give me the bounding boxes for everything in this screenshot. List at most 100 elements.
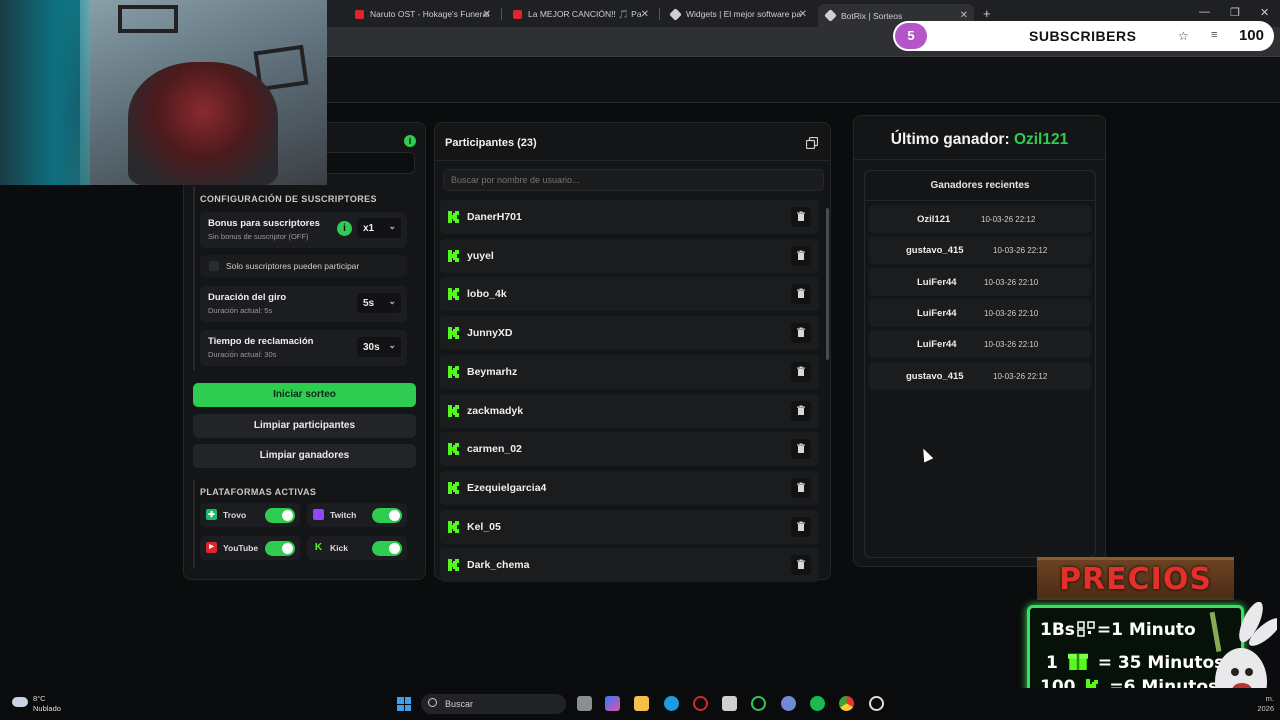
copy-icon[interactable] — [806, 137, 818, 149]
price-value: =1 Minuto — [1096, 620, 1196, 640]
platform-trovo: ✚ Trovo — [200, 503, 300, 527]
platform-label: Twitch — [330, 510, 357, 520]
claim-time-select[interactable]: 30s ⌄ — [357, 337, 401, 357]
checkbox[interactable] — [209, 261, 219, 271]
qr-icon — [1077, 621, 1095, 637]
discord-icon[interactable] — [781, 696, 796, 711]
delete-participant-button[interactable] — [791, 323, 811, 344]
file-explorer-icon[interactable] — [634, 696, 649, 711]
recent-winner-row: LuiFer44 10-03-26 22:10 — [869, 330, 1091, 359]
edge-icon[interactable] — [664, 696, 679, 711]
delete-participant-button[interactable] — [791, 555, 811, 576]
recent-winner-row: LuiFer44 10-03-26 22:10 — [869, 267, 1091, 296]
claim-value: 30s — [363, 341, 380, 353]
app-icon[interactable] — [751, 696, 766, 711]
chevron-down-icon: ⌄ — [388, 221, 396, 231]
spin-title: Duración del giro — [208, 292, 287, 303]
minimize-icon[interactable]: — — [1199, 6, 1210, 18]
claim-subtitle: Duración actual: 30s — [208, 350, 277, 359]
trash-icon — [797, 521, 805, 531]
spin-duration-select[interactable]: 5s ⌄ — [357, 293, 401, 313]
weather-temp: 8°C — [33, 694, 46, 703]
trash-icon — [797, 211, 805, 221]
platform-twitch: Twitch — [307, 503, 407, 527]
twitch-toggle[interactable] — [372, 508, 402, 523]
store-icon[interactable] — [722, 696, 737, 711]
subscriber-settings-section — [193, 186, 195, 371]
kick-icon: K — [313, 542, 324, 553]
participant-row: yuyel — [440, 238, 819, 273]
search-icon — [428, 698, 437, 707]
trovo-icon: ✚ — [206, 509, 217, 520]
tab-cancion[interactable]: La MEJOR CANCIÓN!! 🎵 Pa ✕ — [505, 4, 655, 24]
trash-icon — [797, 327, 805, 338]
tab-widgets[interactable]: Widgets | El mejor software pa ✕ — [663, 4, 813, 24]
star-icon[interactable]: ☆ — [1178, 29, 1189, 43]
delete-participant-button[interactable] — [791, 439, 811, 460]
scrollbar[interactable] — [826, 208, 829, 360]
winner-name: gustavo_415 — [906, 370, 964, 382]
tab-label: Naruto OST - Hokage's Funeral — [370, 9, 490, 19]
close-icon[interactable]: ✕ — [799, 9, 807, 20]
participant-row: DanerH701 — [440, 200, 819, 234]
window-close-icon[interactable]: ✕ — [1260, 6, 1269, 19]
start-raffle-button[interactable]: Iniciar sorteo — [193, 383, 416, 407]
close-icon[interactable]: ✕ — [641, 9, 649, 20]
winner-name: LuiFer44 — [917, 276, 957, 288]
kick-icon — [448, 404, 459, 417]
last-winner-heading: Último ganador: Ozil121 — [853, 131, 1106, 149]
opera-icon[interactable] — [693, 696, 708, 711]
widget-icon — [669, 7, 682, 21]
queue-icon[interactable]: ≡ — [1211, 29, 1217, 41]
new-tab-icon[interactable]: + — [983, 6, 991, 21]
info-icon[interactable]: i — [337, 221, 352, 236]
prices-banner: PRECIOS — [1037, 557, 1234, 600]
close-icon[interactable]: ✕ — [960, 10, 968, 21]
spin-value: 5s — [363, 297, 375, 309]
task-view-icon[interactable] — [577, 696, 592, 711]
delete-participant-button[interactable] — [791, 400, 811, 421]
kick-icon — [448, 211, 459, 223]
clear-winners-button[interactable]: Limpiar ganadores — [193, 444, 416, 468]
botrix-icon — [824, 9, 837, 22]
chrome-icon[interactable] — [839, 696, 854, 711]
obs-icon[interactable] — [869, 696, 884, 711]
participant-search-input[interactable] — [443, 169, 824, 191]
kick-icon — [448, 249, 459, 262]
youtube-toggle[interactable] — [265, 541, 295, 556]
divider — [854, 159, 1105, 160]
delete-participant-button[interactable] — [791, 516, 811, 537]
weather-condition: Nublado — [33, 704, 61, 713]
subscriber-goal: 100 — [1238, 27, 1264, 44]
delete-participant-button[interactable] — [791, 207, 811, 227]
system-clock[interactable]: m. 2026 — [1257, 694, 1274, 714]
winner-name: gustavo_415 — [906, 245, 964, 257]
delete-participant-button[interactable] — [791, 284, 811, 305]
participant-name: JunnyXD — [467, 327, 513, 340]
info-icon[interactable]: i — [404, 135, 416, 147]
trovo-toggle[interactable] — [265, 508, 295, 523]
platforms-section — [193, 480, 195, 568]
clear-participants-button[interactable]: Limpiar participantes — [193, 414, 416, 438]
delete-participant-button[interactable] — [791, 477, 811, 498]
gift-icon — [1067, 653, 1088, 670]
delete-participant-button[interactable] — [791, 245, 811, 266]
tab-naruto[interactable]: Naruto OST - Hokage's Funeral ✕ — [347, 4, 497, 24]
subs-only-checkbox-row[interactable]: Solo suscriptores pueden participar — [200, 255, 407, 277]
kick-icon — [448, 481, 459, 494]
copilot-icon[interactable] — [605, 696, 620, 711]
restore-icon[interactable]: ❐ — [1230, 6, 1240, 19]
windows-start-icon[interactable] — [397, 697, 411, 711]
taskbar-search[interactable]: Buscar — [421, 694, 566, 714]
participant-row: lobo_4k — [440, 277, 819, 312]
tab-label: BotRix | Sorteos — [841, 10, 903, 21]
delete-participant-button[interactable] — [791, 361, 811, 382]
bonus-select[interactable]: x1 ⌄ — [357, 218, 401, 238]
winner-date: 10-03-26 22:10 — [984, 340, 1039, 350]
close-icon[interactable]: ✕ — [483, 9, 491, 20]
kick-toggle[interactable] — [372, 541, 402, 556]
participant-row: Beymarhz — [440, 354, 819, 389]
chevron-down-icon: ⌄ — [388, 296, 396, 306]
taskbar-search-label: Buscar — [445, 699, 474, 709]
spotify-icon[interactable] — [810, 696, 825, 711]
